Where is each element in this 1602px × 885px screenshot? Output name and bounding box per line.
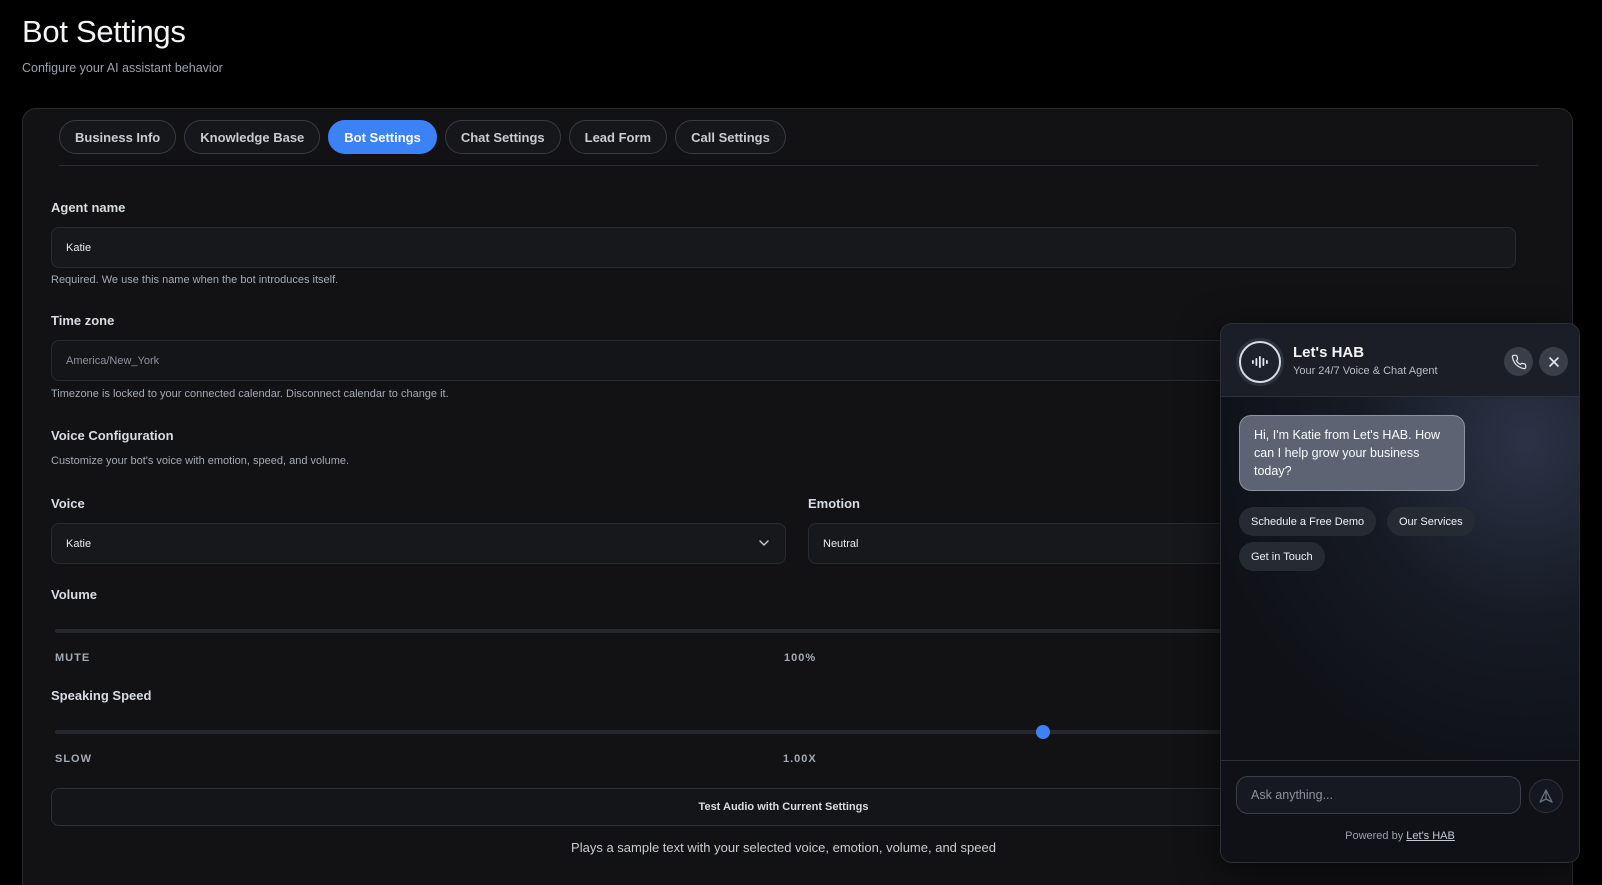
bot-greeting-message: Hi, I'm Katie from Let's HAB. How can I … xyxy=(1239,415,1465,491)
chat-messages: Hi, I'm Katie from Let's HAB. How can I … xyxy=(1221,397,1579,760)
tab-bot-settings[interactable]: Bot Settings xyxy=(328,120,437,154)
agent-name-label: Agent name xyxy=(51,200,126,215)
emotion-label: Emotion xyxy=(808,496,860,511)
chip-our-services[interactable]: Our Services xyxy=(1387,507,1475,536)
volume-min-label: MUTE xyxy=(55,652,91,664)
voice-config-title: Voice Configuration xyxy=(51,428,174,443)
close-icon xyxy=(1548,356,1559,367)
agent-name-help: Required. We use this name when the bot … xyxy=(51,274,339,286)
voice-select[interactable]: Katie xyxy=(51,523,786,564)
tab-knowledge-base[interactable]: Knowledge Base xyxy=(184,120,321,154)
tab-chat-settings[interactable]: Chat Settings xyxy=(444,120,561,154)
settings-tabs: Business Info Knowledge Base Bot Setting… xyxy=(59,120,786,154)
tab-business-info[interactable]: Business Info xyxy=(59,120,177,154)
tab-call-settings[interactable]: Call Settings xyxy=(675,120,786,154)
tab-lead-form[interactable]: Lead Form xyxy=(568,120,668,154)
phone-icon xyxy=(1511,354,1526,369)
sound-wave-icon xyxy=(1252,356,1268,368)
tab-divider xyxy=(59,165,1538,166)
send-icon xyxy=(1539,789,1553,803)
page-title: Bot Settings xyxy=(22,14,186,49)
volume-label: Volume xyxy=(51,587,97,602)
chevron-down-icon xyxy=(759,540,769,546)
chat-footer: Ask anything... Powered by Let's HAB xyxy=(1221,760,1579,862)
agent-name-input[interactable]: Katie xyxy=(51,227,1516,268)
timezone-help: Timezone is locked to your connected cal… xyxy=(51,388,449,400)
speed-label: Speaking Speed xyxy=(51,688,152,703)
timezone-label: Time zone xyxy=(51,313,115,328)
volume-value: 100% xyxy=(784,652,817,664)
send-button[interactable] xyxy=(1529,779,1563,813)
speed-slider-thumb[interactable] xyxy=(1036,725,1050,739)
speed-value: 1.00X xyxy=(783,753,817,765)
chat-widget-header: Let's HAB Your 24/7 Voice & Chat Agent xyxy=(1221,324,1579,397)
chat-widget-name: Let's HAB xyxy=(1293,344,1365,361)
chat-widget-avatar xyxy=(1239,341,1281,383)
voice-label: Voice xyxy=(51,496,85,511)
speed-min-label: SLOW xyxy=(55,753,92,765)
powered-by: Powered by Let's HAB xyxy=(1221,830,1579,842)
chat-widget-tagline: Your 24/7 Voice & Chat Agent xyxy=(1293,365,1438,377)
page-subtitle: Configure your AI assistant behavior xyxy=(22,61,223,75)
voice-config-description: Customize your bot's voice with emotion,… xyxy=(51,455,350,467)
chip-get-in-touch[interactable]: Get in Touch xyxy=(1239,542,1325,571)
call-button[interactable] xyxy=(1504,347,1533,376)
chat-widget: Let's HAB Your 24/7 Voice & Chat Agent H… xyxy=(1220,323,1580,863)
chat-input[interactable]: Ask anything... xyxy=(1236,776,1521,814)
close-chat-button[interactable] xyxy=(1539,347,1568,376)
emotion-select-value: Neutral xyxy=(823,537,859,550)
chip-schedule-demo[interactable]: Schedule a Free Demo xyxy=(1239,507,1377,536)
voice-select-value: Katie xyxy=(66,537,92,550)
powered-by-prefix: Powered by xyxy=(1345,830,1404,842)
powered-by-link[interactable]: Let's HAB xyxy=(1406,830,1455,842)
